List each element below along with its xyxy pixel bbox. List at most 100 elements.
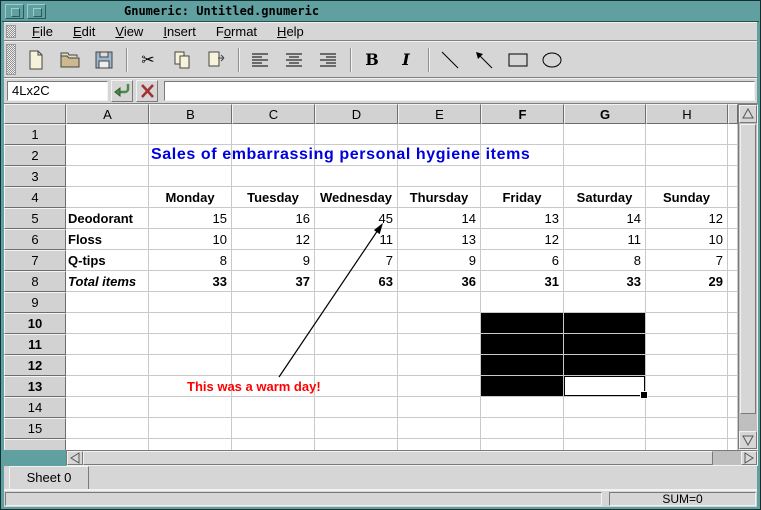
cell[interactable]: 8 [149, 250, 232, 271]
cell-label-floss[interactable]: Floss [66, 229, 149, 250]
cell[interactable]: 16 [232, 208, 315, 229]
save-button[interactable] [90, 46, 118, 74]
sheet-tab[interactable]: Sheet 0 [9, 466, 89, 489]
cell[interactable] [66, 145, 149, 166]
menu-view[interactable]: View [105, 23, 153, 40]
cell[interactable] [66, 124, 149, 145]
cell-day-sunday[interactable]: Sunday [646, 187, 728, 208]
toolbar-grip[interactable] [6, 44, 16, 75]
menu-file[interactable]: File [22, 23, 63, 40]
cell-day-friday[interactable]: Friday [481, 187, 564, 208]
cut-button[interactable]: ✂ [134, 46, 162, 74]
cancel-entry-button[interactable] [136, 80, 158, 102]
cell[interactable] [149, 355, 232, 376]
cell[interactable] [481, 124, 564, 145]
cell[interactable]: 7 [315, 250, 398, 271]
cell[interactable] [728, 145, 738, 166]
row-header-10[interactable]: 10 [4, 313, 66, 334]
cell[interactable]: 13 [481, 208, 564, 229]
cell[interactable] [646, 145, 728, 166]
cell[interactable] [315, 418, 398, 439]
cell[interactable]: 63 [315, 271, 398, 292]
cell[interactable] [66, 418, 149, 439]
cell[interactable] [315, 355, 398, 376]
cell-label-total[interactable]: Total items [66, 271, 149, 292]
cell[interactable]: 14 [564, 208, 646, 229]
cell[interactable] [728, 229, 738, 250]
cell[interactable] [564, 418, 646, 439]
cell[interactable] [728, 187, 738, 208]
cell[interactable] [232, 124, 315, 145]
selected-cell-G12[interactable] [564, 355, 646, 376]
cell-day-wednesday[interactable]: Wednesday [315, 187, 398, 208]
col-header-A[interactable]: A [66, 104, 149, 124]
scroll-down-button[interactable] [739, 431, 757, 449]
cell[interactable] [66, 187, 149, 208]
new-button[interactable] [22, 46, 50, 74]
cell[interactable] [398, 166, 481, 187]
col-header-partial[interactable] [728, 104, 738, 124]
cell[interactable] [232, 397, 315, 418]
cell[interactable] [728, 376, 738, 397]
row-header-6[interactable]: 6 [4, 229, 66, 250]
cell[interactable]: 45 [315, 208, 398, 229]
row-header-7[interactable]: 7 [4, 250, 66, 271]
cell[interactable] [481, 397, 564, 418]
cell[interactable] [315, 439, 398, 450]
cell[interactable] [315, 376, 398, 397]
bold-button[interactable]: B [358, 46, 386, 74]
align-center-button[interactable] [280, 46, 308, 74]
cell[interactable] [66, 292, 149, 313]
cell[interactable] [149, 418, 232, 439]
cell[interactable] [481, 292, 564, 313]
cell[interactable] [149, 397, 232, 418]
selected-cell-F13[interactable] [481, 376, 564, 397]
cell[interactable]: 29 [646, 271, 728, 292]
horizontal-scrollbar[interactable] [66, 450, 758, 466]
col-header-D[interactable]: D [315, 104, 398, 124]
row-header-11[interactable]: 11 [4, 334, 66, 355]
cell[interactable] [728, 271, 738, 292]
cell[interactable] [398, 292, 481, 313]
cell[interactable] [646, 397, 728, 418]
selected-cell-G11[interactable] [564, 334, 646, 355]
window-minimize-button[interactable] [27, 4, 46, 19]
cell[interactable] [728, 313, 738, 334]
cell[interactable] [646, 376, 728, 397]
draw-arrow-button[interactable] [470, 46, 498, 74]
cell[interactable]: 36 [398, 271, 481, 292]
cell[interactable] [564, 397, 646, 418]
cell-day-tuesday[interactable]: Tuesday [232, 187, 315, 208]
cell[interactable] [564, 145, 646, 166]
cell[interactable]: 13 [398, 229, 481, 250]
scroll-up-button[interactable] [739, 105, 757, 123]
cell[interactable] [646, 439, 728, 450]
cell[interactable] [66, 334, 149, 355]
cell[interactable] [646, 292, 728, 313]
cell[interactable]: 12 [646, 208, 728, 229]
open-button[interactable] [56, 46, 84, 74]
cell[interactable] [315, 124, 398, 145]
cell[interactable] [398, 397, 481, 418]
row-header-15[interactable]: 15 [4, 418, 66, 439]
cell[interactable]: 11 [315, 229, 398, 250]
row-header-13[interactable]: 13 [4, 376, 66, 397]
cell-day-monday[interactable]: Monday [149, 187, 232, 208]
row-header-12[interactable]: 12 [4, 355, 66, 376]
formula-edit-area[interactable] [164, 81, 755, 101]
menu-help[interactable]: Help [267, 23, 314, 40]
cell[interactable] [564, 439, 646, 450]
col-header-B[interactable]: B [149, 104, 232, 124]
cell[interactable] [728, 355, 738, 376]
cell[interactable] [66, 376, 149, 397]
cell[interactable] [149, 124, 232, 145]
cell[interactable] [728, 439, 738, 450]
scroll-right-button[interactable] [741, 451, 757, 465]
vertical-scrollbar[interactable] [738, 104, 758, 450]
cell[interactable] [315, 313, 398, 334]
cell[interactable] [398, 355, 481, 376]
cell[interactable] [66, 397, 149, 418]
align-left-button[interactable] [246, 46, 274, 74]
cell[interactable] [149, 439, 232, 450]
paste-button[interactable] [202, 46, 230, 74]
